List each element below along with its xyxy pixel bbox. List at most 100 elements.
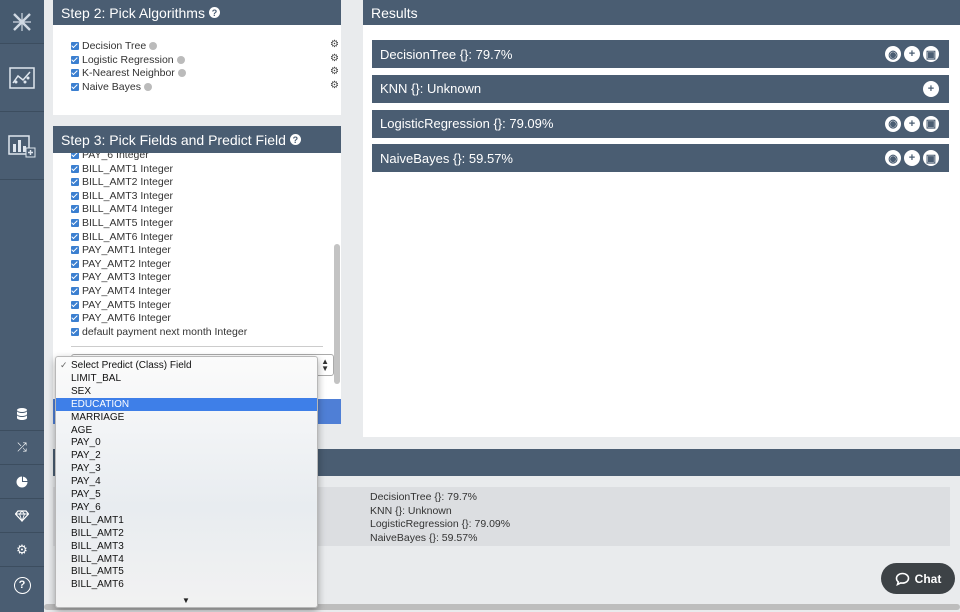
checkbox[interactable] <box>71 164 79 173</box>
checkbox[interactable] <box>71 82 79 91</box>
dropdown-option[interactable]: PAY_3 <box>56 462 317 475</box>
scroll-down-arrow-icon[interactable]: ▼ <box>182 596 190 605</box>
option-label: PAY_2 <box>71 450 101 462</box>
dropdown-option[interactable]: SEX <box>56 385 317 398</box>
field-item[interactable]: PAY_AMT3 Integer <box>71 271 171 283</box>
checkbox[interactable] <box>71 191 79 200</box>
add-chart-icon[interactable] <box>0 112 44 180</box>
help-icon[interactable]: ? <box>0 567 44 603</box>
field-list-scrollbar[interactable] <box>334 244 340 384</box>
logo-icon[interactable] <box>0 0 44 44</box>
algorithm-item[interactable]: Logistic Regression <box>71 54 185 66</box>
info-icon[interactable] <box>149 42 158 50</box>
checkbox[interactable] <box>71 55 79 64</box>
eye-icon[interactable]: ◉ <box>885 46 901 62</box>
database-icon[interactable] <box>0 398 44 431</box>
plus-icon[interactable]: + <box>904 46 920 62</box>
algorithm-item[interactable]: Decision Tree <box>71 40 158 52</box>
info-icon[interactable] <box>143 82 152 91</box>
option-label: BILL_AMT2 <box>71 527 124 539</box>
checkbox[interactable] <box>71 69 79 77</box>
dropdown-option[interactable]: BILL_AMT4 <box>56 553 317 566</box>
field-item[interactable]: default payment next month Integer <box>71 326 247 338</box>
field-item[interactable]: PAY_AMT4 Integer <box>71 285 171 297</box>
dropdown-option[interactable]: BILL_AMT2 <box>56 527 317 540</box>
info-icon[interactable] <box>177 69 186 77</box>
floppy-disk-icon[interactable]: ▣ <box>923 46 939 62</box>
checkbox[interactable] <box>71 259 79 268</box>
result-item: KNN {}: Unknown + <box>372 74 949 103</box>
result-actions: + <box>923 80 939 97</box>
checkbox[interactable] <box>71 273 79 282</box>
shuffle-icon[interactable]: ⤮ <box>0 431 44 465</box>
gear-icon[interactable]: ⚙ <box>330 39 339 50</box>
gear-icon[interactable]: ⚙ <box>330 53 339 64</box>
step2-panel: Step 2: Pick Algorithms ? Decision Tree ⚙… <box>53 0 341 115</box>
checkbox[interactable] <box>71 232 79 241</box>
field-item[interactable]: BILL_AMT3 Integer <box>71 190 173 202</box>
checkbox[interactable] <box>71 219 79 227</box>
field-label: BILL_AMT6 Integer <box>82 230 174 243</box>
scatter-chart-icon[interactable] <box>0 44 44 112</box>
field-label: PAY_AMT5 Integer <box>82 298 171 311</box>
plus-icon[interactable]: + <box>904 115 920 132</box>
algorithm-item[interactable]: K-Nearest Neighbor <box>71 67 186 79</box>
pie-chart-icon[interactable] <box>0 465 44 499</box>
field-item[interactable]: BILL_AMT1 Integer <box>71 163 173 175</box>
option-label: PAY_5 <box>71 489 101 500</box>
dropdown-option[interactable]: LIMIT_BAL <box>56 372 317 385</box>
diamond-icon[interactable] <box>0 499 44 533</box>
field-item[interactable]: PAY_AMT1 Integer <box>71 244 171 256</box>
dropdown-option[interactable]: BILL_AMT6 <box>56 578 317 591</box>
dropdown-option[interactable]: BILL_AMT5 <box>56 565 317 578</box>
checkbox[interactable] <box>71 287 79 295</box>
gear-icon[interactable]: ⚙ <box>330 66 339 77</box>
result-item: LogisticRegression {}: 79.09% ◉ + ▣ <box>372 109 949 138</box>
algorithm-item[interactable]: Naive Bayes <box>71 81 152 93</box>
settings-icon[interactable]: ⚙ <box>0 533 44 567</box>
field-label: default payment next month Integer <box>82 325 248 338</box>
field-item[interactable]: PAY_AMT6 Integer <box>71 312 171 324</box>
floppy-disk-icon[interactable]: ▣ <box>923 115 939 132</box>
dropdown-option[interactable]: ✓ Select Predict (Class) Field <box>56 359 317 372</box>
checkbox[interactable] <box>71 314 79 323</box>
field-item[interactable]: PAY_AMT2 Integer <box>71 258 171 270</box>
dropdown-option[interactable]: EDUCATION <box>56 397 317 411</box>
info-icon[interactable] <box>176 55 185 64</box>
field-item[interactable]: BILL_AMT5 Integer <box>71 217 173 229</box>
field-item[interactable]: BILL_AMT6 Integer <box>71 231 173 243</box>
option-label: LIMIT_BAL <box>71 372 122 384</box>
checkbox[interactable] <box>71 178 79 187</box>
step2-title: Step 2: Pick Algorithms <box>61 4 205 21</box>
checkbox[interactable] <box>71 300 79 309</box>
gear-icon[interactable]: ⚙ <box>330 80 339 91</box>
field-item[interactable]: PAY_AMT5 Integer <box>71 299 171 311</box>
dropdown-option[interactable]: BILL_AMT1 <box>56 514 317 527</box>
plus-icon[interactable]: + <box>904 150 920 167</box>
checkbox[interactable] <box>71 42 79 50</box>
field-item[interactable]: BILL_AMT4 Integer <box>71 203 173 215</box>
field-item[interactable]: BILL_AMT2 Integer <box>71 176 173 188</box>
checkbox[interactable] <box>71 246 79 255</box>
plus-icon[interactable]: + <box>923 80 939 97</box>
question-circle-icon[interactable]: ? <box>289 134 301 145</box>
eye-icon[interactable]: ◉ <box>885 115 901 132</box>
chat-button[interactable]: Chat <box>881 563 955 594</box>
dropdown-option[interactable]: BILL_AMT3 <box>56 540 317 553</box>
dropdown-option[interactable]: PAY_0 <box>56 436 317 449</box>
dropdown-option[interactable]: PAY_6 <box>56 501 317 514</box>
dropdown-option[interactable]: AGE <box>56 424 317 437</box>
result-label: LogisticRegression {}: 79.09% <box>380 116 554 132</box>
dropdown-option[interactable]: PAY_2 <box>56 449 317 462</box>
dropdown-option[interactable]: MARRIAGE <box>56 411 317 424</box>
question-circle-icon[interactable]: ? <box>208 7 220 18</box>
dropdown-option[interactable]: PAY_4 <box>56 475 317 488</box>
dropdown-option[interactable]: PAY_5 <box>56 488 317 501</box>
results-panel: Results DecisionTree {}: 79.7% ◉ + ▣ KNN {}:… <box>363 0 960 437</box>
eye-icon[interactable]: ◉ <box>885 150 901 167</box>
floppy-disk-icon[interactable]: ▣ <box>923 150 939 167</box>
step3-header: Step 3: Pick Fields and Predict Field ? <box>53 126 341 153</box>
checkbox[interactable] <box>71 327 79 336</box>
predict-field-dropdown[interactable]: ✓ Select Predict (Class) Field LIMIT_BAL SE… <box>55 356 318 608</box>
checkbox[interactable] <box>71 205 79 214</box>
